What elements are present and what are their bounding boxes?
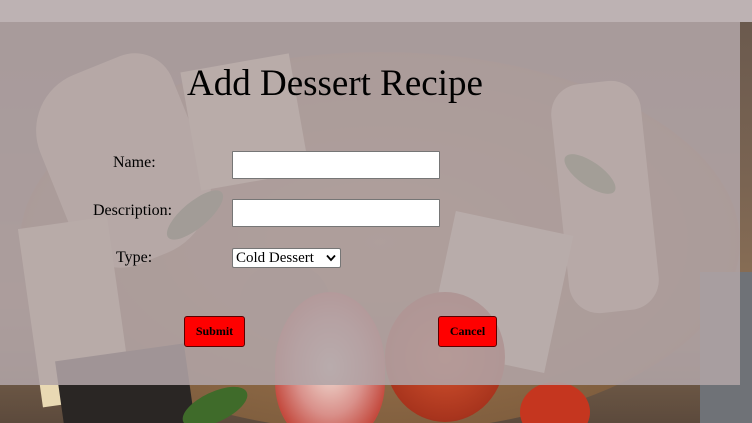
description-input[interactable]: [232, 199, 440, 227]
chevron-down-icon: [325, 252, 337, 264]
page-title: Add Dessert Recipe: [187, 63, 483, 104]
cancel-button[interactable]: Cancel: [438, 316, 497, 347]
submit-button[interactable]: Submit: [184, 316, 245, 347]
description-label: Description:: [93, 202, 173, 219]
type-label: Type:: [116, 249, 153, 266]
type-select[interactable]: Cold Dessert: [232, 248, 341, 268]
type-select-value: Cold Dessert: [236, 249, 314, 266]
name-input[interactable]: [232, 151, 440, 179]
name-label: Name:: [113, 154, 156, 171]
top-strip: [0, 0, 752, 22]
